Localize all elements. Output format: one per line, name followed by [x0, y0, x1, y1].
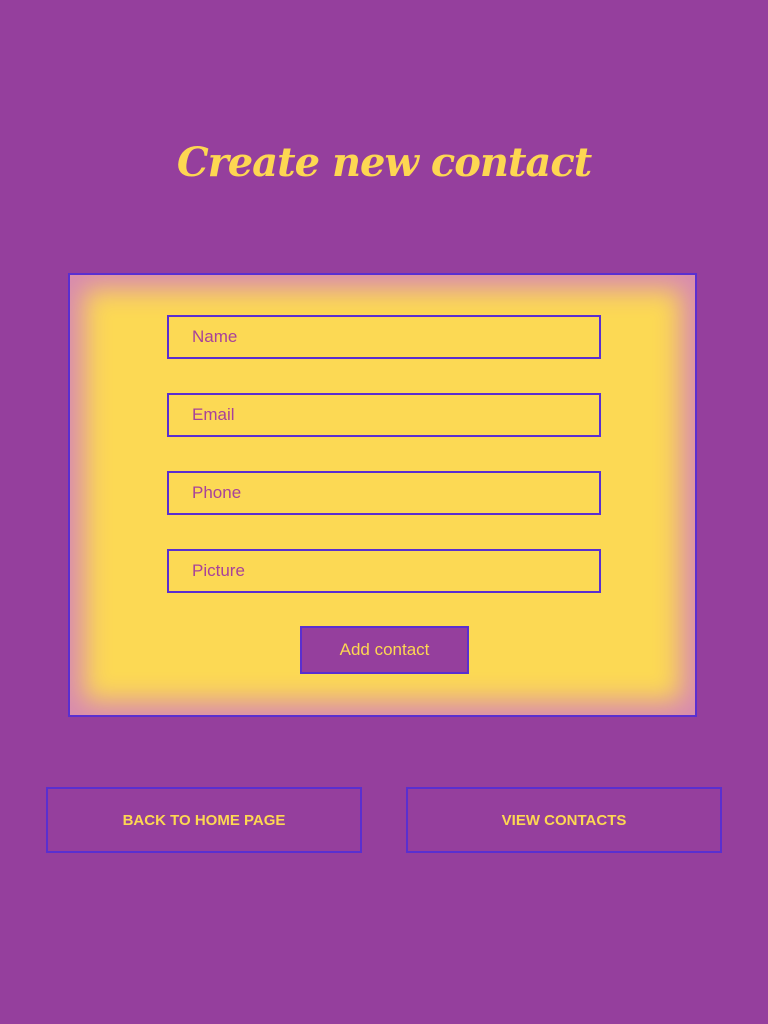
page-title: Create new contact	[176, 139, 592, 186]
name-input[interactable]	[167, 315, 601, 359]
phone-input[interactable]	[167, 471, 601, 515]
back-to-home-button[interactable]: BACK TO HOME PAGE	[46, 787, 362, 853]
view-contacts-button[interactable]: VIEW CONTACTS	[406, 787, 722, 853]
add-contact-button[interactable]: Add contact	[300, 626, 469, 674]
create-contact-form: Add contact	[68, 273, 697, 717]
picture-input[interactable]	[167, 549, 601, 593]
email-input[interactable]	[167, 393, 601, 437]
